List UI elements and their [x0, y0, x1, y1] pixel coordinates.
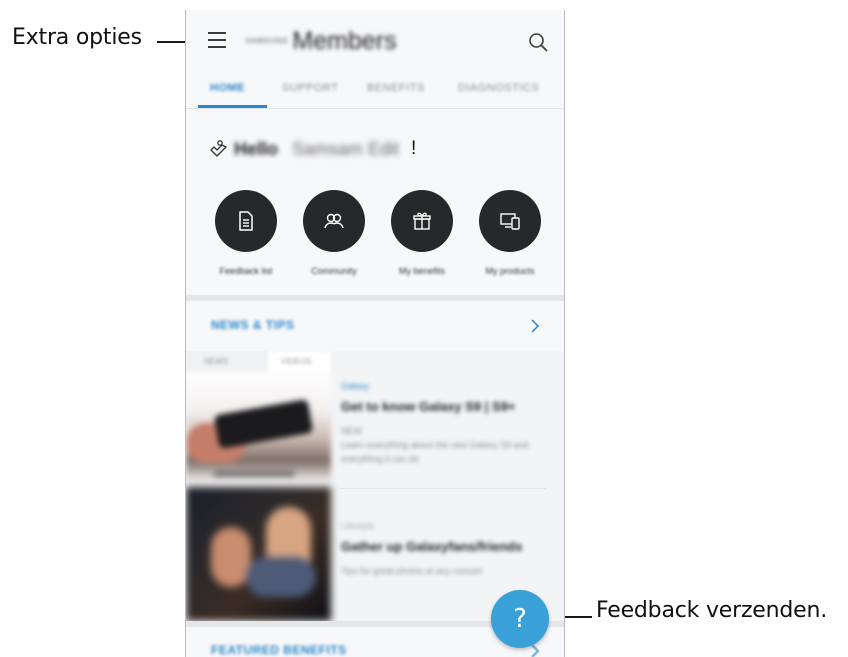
article-thumbnail[interactable]: [186, 373, 331, 483]
phone-screen: SAMSUNG Members HOME SUPPORT BENEFITS DI…: [185, 10, 565, 657]
article-item[interactable]: Galaxy Get to know Galaxy S9 | S9+ NEW L…: [341, 381, 529, 466]
news-list: NEWS VIDEOS Galaxy Get to know Galaxy S9…: [186, 351, 564, 621]
send-feedback-button[interactable]: ?: [491, 590, 549, 648]
hello-greeting: Hello: [234, 139, 279, 159]
news-chip-videos[interactable]: VIDEOS: [281, 357, 311, 366]
gift-icon: [413, 212, 431, 230]
brand-small-text: SAMSUNG: [246, 37, 289, 45]
my-benefits-button[interactable]: [391, 190, 453, 252]
tab-diagnostics[interactable]: DIAGNOSTICS: [458, 82, 539, 94]
article-title: Get to know Galaxy S9 | S9+: [341, 399, 516, 414]
news-chip-strip: NEWS VIDEOS: [186, 351, 331, 373]
app-brand: SAMSUNG Members: [246, 26, 397, 55]
my-products-label: My products: [485, 266, 535, 276]
tab-support[interactable]: SUPPORT: [282, 82, 338, 94]
featured-benefits-title[interactable]: FEATURED BENEFITS: [211, 643, 347, 657]
callout-send-feedback-label: Feedback verzenden.: [596, 598, 828, 623]
wave-icon: [210, 140, 227, 157]
app-bar: SAMSUNG Members: [186, 10, 564, 72]
my-benefits-label: My benefits: [398, 266, 446, 276]
thumb-shape: [213, 399, 314, 449]
article-thumbnail[interactable]: [186, 487, 331, 621]
thumb-caption-bar: [214, 471, 294, 477]
thumb-shape: [246, 557, 316, 597]
article-separator: [341, 488, 546, 489]
hello-username: Samsam Edit: [292, 139, 400, 159]
hello-card: Hello Samsam Edit ! Feedback list Commun…: [186, 109, 564, 295]
news-tips-title: NEWS & TIPS: [211, 318, 295, 332]
community-icon: [324, 213, 344, 229]
article-desc: Tips for great photos at any concert: [341, 566, 483, 576]
hello-exclamation: !: [411, 138, 417, 159]
community-label: Community: [311, 266, 357, 276]
tab-home[interactable]: HOME: [210, 82, 245, 94]
devices-icon: [500, 213, 520, 230]
menu-icon[interactable]: [208, 32, 228, 50]
article-title: Gather up Galaxyfans/friends: [341, 539, 523, 554]
article-desc: everything it can do: [341, 454, 420, 464]
feedback-list-label: Feedback list: [219, 266, 273, 276]
news-chip-news[interactable]: NEWS: [204, 357, 228, 366]
article-meta: NEW: [341, 426, 362, 436]
tab-bar: HOME SUPPORT BENEFITS DIAGNOSTICS: [186, 72, 564, 109]
tab-indicator: [198, 105, 267, 108]
document-icon: [239, 211, 253, 231]
article-tag: Lifestyle: [341, 521, 375, 531]
article-item[interactable]: Lifestyle Gather up Galaxyfans/friends T…: [341, 521, 522, 578]
feedback-list-button[interactable]: [215, 190, 277, 252]
manual-illustration: Extra opties Feedback verzenden. SAMSUNG…: [0, 0, 848, 657]
chevron-right-icon[interactable]: [530, 318, 540, 334]
my-products-button[interactable]: [479, 190, 541, 252]
callout-more-options-label: Extra opties: [12, 25, 142, 50]
search-icon[interactable]: [528, 32, 548, 52]
article-tag: Galaxy: [341, 381, 370, 391]
news-tips-header[interactable]: NEWS & TIPS: [186, 301, 564, 351]
tab-benefits[interactable]: BENEFITS: [367, 82, 425, 94]
article-desc: Learn everything about the new Galaxy S9…: [341, 440, 529, 450]
community-button[interactable]: [303, 190, 365, 252]
thumb-shape: [211, 527, 251, 587]
app-title: Members: [292, 26, 397, 55]
